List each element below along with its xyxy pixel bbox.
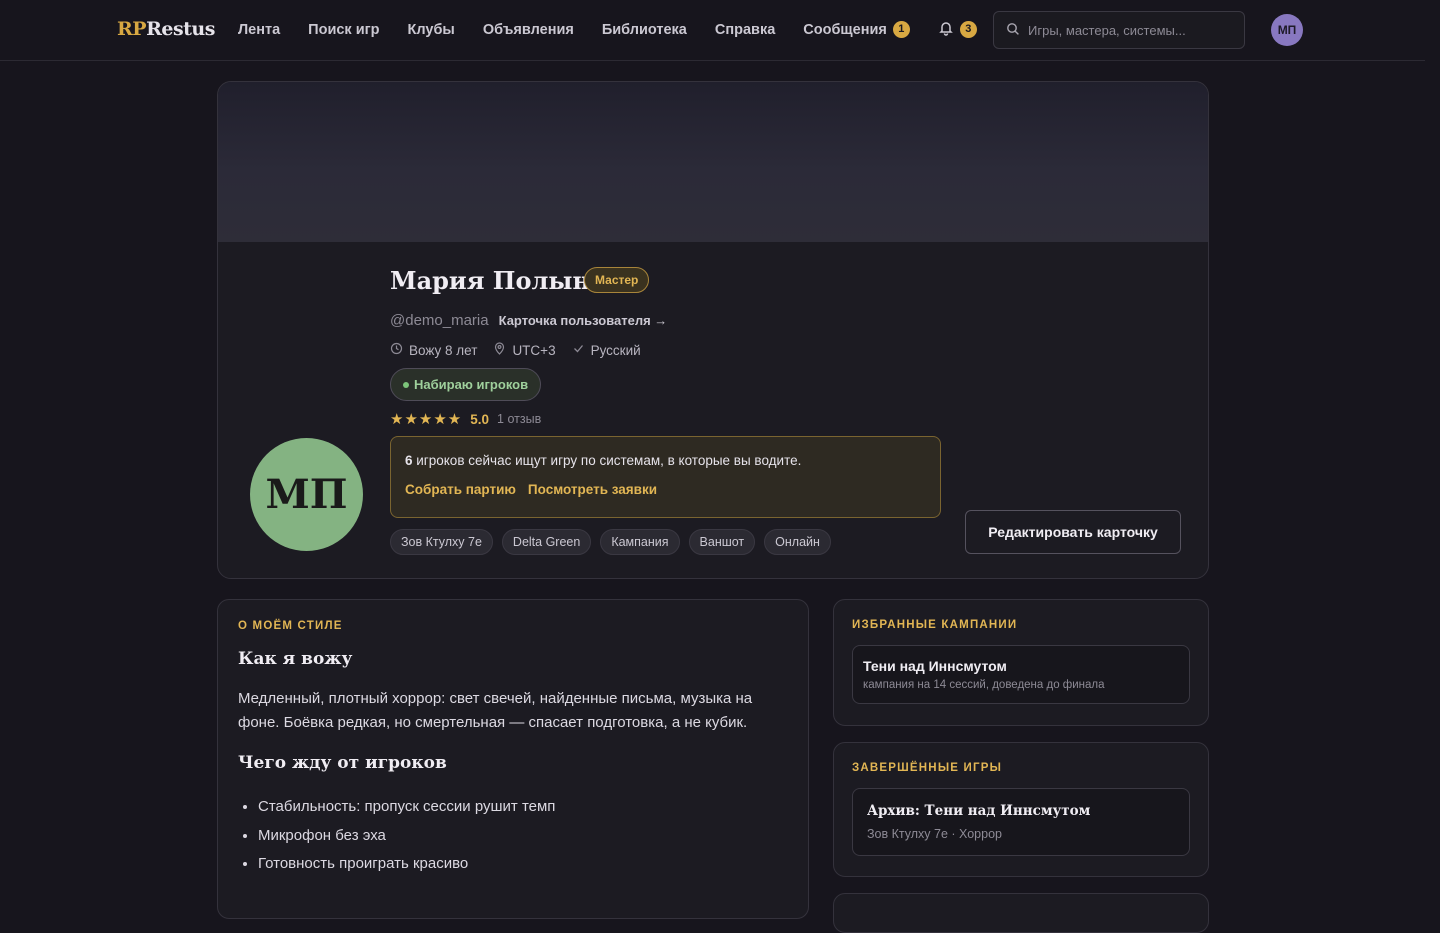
logo-rp: RP (117, 18, 147, 40)
logo-rest: Restus (146, 18, 215, 40)
profile-cover (218, 82, 1208, 242)
view-requests-link[interactable]: Посмотреть заявки (528, 482, 657, 497)
timezone-meta: UTC+3 (493, 342, 556, 358)
notifications-count-badge: 3 (959, 21, 977, 38)
expectations-list: Стабильность: пропуск сессии рушит темп … (238, 793, 788, 879)
site-logo[interactable]: RPRestus (117, 18, 215, 40)
tag[interactable]: Зов Ктулху 7e (390, 529, 493, 555)
featured-campaigns-card: ИЗБРАННЫЕ КАМПАНИИ Тени над Иннсмутом ка… (833, 599, 1209, 726)
nav-help-label: Справка (714, 21, 776, 38)
main-nav: Лента Поиск игр Клубы Объявления Библиот… (238, 20, 977, 39)
nav-library-label: Библиотека (601, 21, 687, 38)
status-dot-icon (403, 381, 409, 388)
notice-message: игроков сейчас ищут игру по системам, в … (412, 453, 802, 468)
style-section: О МОЁМ СТИЛЕ Как я вожу Медленный, плотн… (217, 599, 809, 919)
campaign-subtitle: кампания на 14 сессий, доведена до финал… (863, 679, 1105, 691)
nav-announcements[interactable]: Объявления (483, 22, 574, 38)
player-expectations-heading: Чего жду от игроков (238, 753, 447, 773)
tag[interactable]: Онлайн (764, 529, 831, 555)
handle-row: @demo_maria Карточка пользователя → (390, 312, 667, 329)
bell-icon (938, 20, 954, 39)
location-pin-icon (493, 342, 512, 358)
user-avatar-menu[interactable]: МП (1271, 14, 1303, 46)
completed-games-card: ЗАВЕРШЁННЫЕ ИГРЫ Архив: Тени над Иннсмут… (833, 742, 1209, 877)
recruiting-status-badge: Набираю игроков (390, 368, 542, 401)
next-sidebar-card (833, 893, 1209, 933)
completed-games-kicker: ЗАВЕРШЁННЫЕ ИГРЫ (852, 762, 1003, 774)
experience-text: Вожу 8 лет (409, 342, 478, 358)
clock-icon (390, 342, 409, 358)
notice-actions: Собрать партию Посмотреть заявки (405, 482, 926, 497)
nav-announcements-label: Объявления (482, 21, 574, 38)
how-i-run-heading: Как я вожу (238, 649, 353, 669)
featured-campaigns-kicker: ИЗБРАННЫЕ КАМПАНИИ (852, 619, 1018, 631)
list-item: Готовность проиграть красиво (258, 850, 788, 879)
rating-value: 5.0 (470, 411, 490, 427)
profile-name: Мария Полынь (390, 266, 607, 295)
players-waiting-notice: 6 игроков сейчас ищут игру по системам, … (390, 436, 941, 518)
list-item: Микрофон без эха (258, 822, 788, 851)
profile-card: МП Мария Полынь Мастер @demo_maria Карто… (217, 81, 1209, 579)
nav-library[interactable]: Библиотека (602, 22, 687, 38)
tag[interactable]: Ваншот (688, 529, 756, 555)
profile-meta: Вожу 8 лет UTC+3 Русский (390, 342, 657, 358)
messages-count-badge: 1 (892, 21, 910, 38)
search-input[interactable] (1028, 22, 1228, 38)
nav-clubs-label: Клубы (407, 21, 455, 38)
nav-help[interactable]: Справка (715, 22, 775, 38)
gather-party-link[interactable]: Собрать партию (405, 482, 516, 497)
nav-clubs[interactable]: Клубы (408, 22, 455, 38)
nav-feed-label: Лента (238, 21, 281, 38)
style-section-kicker: О МОЁМ СТИЛЕ (238, 620, 343, 632)
profile-avatar: МП (250, 438, 363, 551)
nav-game-search-label: Поиск игр (308, 21, 380, 38)
rating-row: ★★★★★ 5.0 1 отзыв (390, 410, 541, 428)
game-title: Архив: Тени над Иннсмутом (867, 803, 1091, 819)
role-badge: Мастер (584, 267, 650, 293)
profile-handle: @demo_maria (390, 312, 489, 329)
check-icon (572, 342, 591, 358)
language-text: Русский (590, 342, 641, 358)
top-navigation-bar: RPRestus Лента Поиск игр Клубы Объявлени… (0, 0, 1425, 61)
nav-messages-label: Сообщения (803, 21, 887, 38)
search-icon (1006, 22, 1028, 39)
style-description: Медленный, плотный хоррор: свет свечей, … (238, 690, 753, 731)
featured-campaign-item[interactable]: Тени над Иннсмутом кампания на 14 сессий… (852, 645, 1190, 704)
review-count[interactable]: 1 отзыв (497, 412, 541, 426)
list-item: Стабильность: пропуск сессии рушит темп (258, 793, 788, 822)
completed-game-item[interactable]: Архив: Тени над Иннсмутом Зов Ктулху 7e … (852, 788, 1190, 856)
timezone-text: UTC+3 (512, 342, 556, 358)
tag[interactable]: Delta Green (501, 529, 592, 555)
notice-count: 6 (405, 453, 413, 468)
notifications-button[interactable]: 3 (938, 20, 977, 39)
status-text: Набираю игроков (414, 377, 529, 392)
nav-feed[interactable]: Лента (238, 22, 280, 38)
rating-stars-icon: ★★★★★ (390, 411, 463, 428)
notice-text: 6 игроков сейчас ищут игру по системам, … (405, 453, 926, 468)
edit-card-button[interactable]: Редактировать карточку (965, 510, 1181, 554)
campaign-title: Тени над Иннсмутом (863, 658, 1007, 674)
search-box (993, 11, 1245, 49)
game-subtitle: Зов Ктулху 7e · Хоррор (867, 827, 1002, 841)
experience-meta: Вожу 8 лет (390, 342, 477, 358)
nav-messages[interactable]: Сообщения 1 (803, 21, 910, 38)
user-card-link[interactable]: Карточка пользователя → (499, 313, 668, 328)
language-meta: Русский (572, 342, 641, 358)
nav-game-search[interactable]: Поиск игр (308, 22, 379, 38)
profile-tags: Зов Ктулху 7e Delta Green Кампания Ваншо… (390, 529, 840, 555)
tag[interactable]: Кампания (600, 529, 680, 555)
